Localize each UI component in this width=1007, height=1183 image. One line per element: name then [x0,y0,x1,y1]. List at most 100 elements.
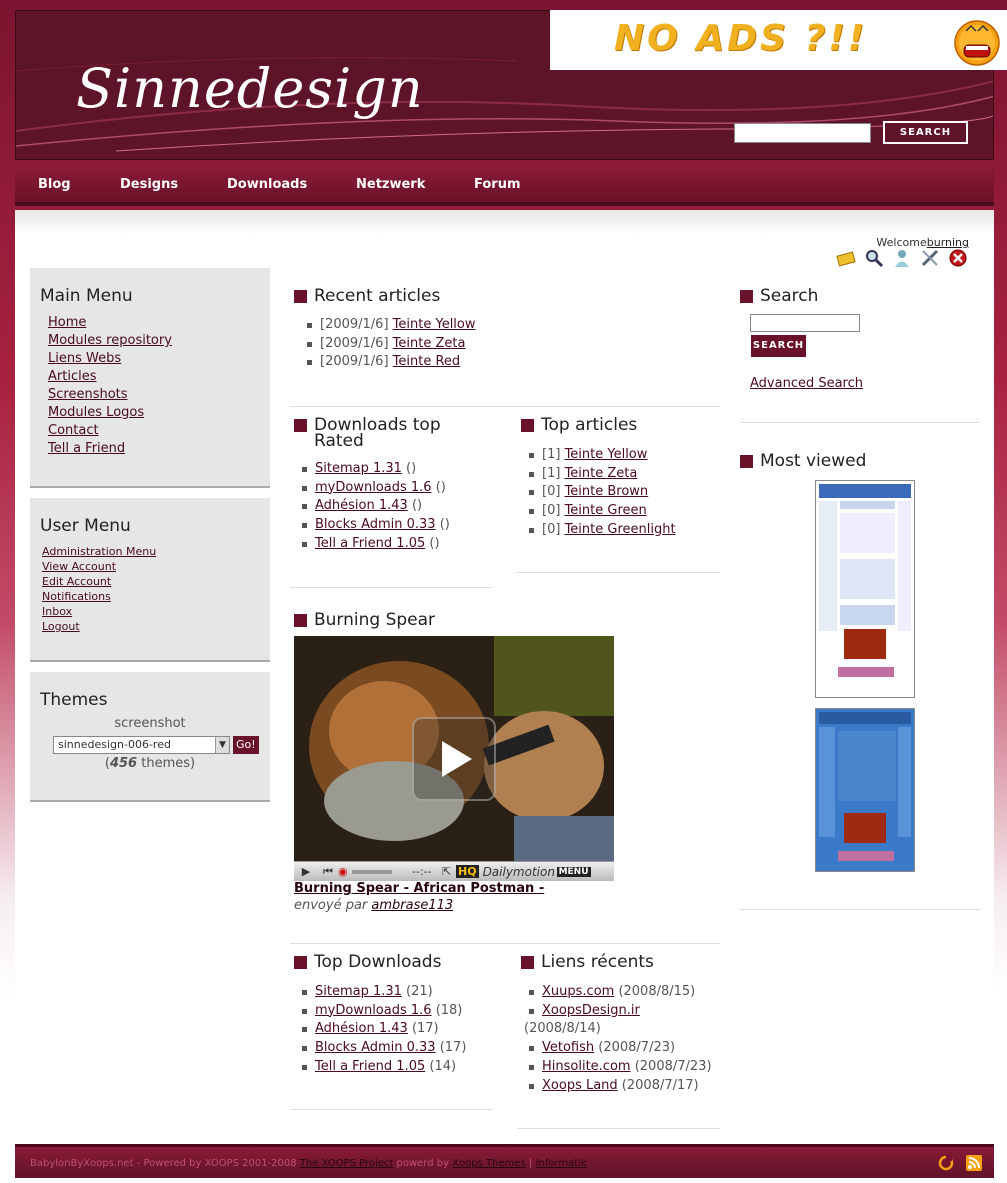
list-item: [2009/1/6] Teinte Yellow [302,316,476,335]
menu-modules-logos[interactable]: Modules Logos [48,405,144,420]
main-menu-title: Main Menu [40,286,133,306]
smiley-icon [954,20,1000,66]
web-link[interactable]: XoopsDesign.ir [542,1003,640,1018]
web-link[interactable]: Hinsolite.com [542,1059,631,1074]
download-link[interactable]: myDownloads 1.6 [315,1003,432,1018]
play-button[interactable] [412,717,496,801]
video-menu-button[interactable]: MENU [556,866,591,877]
footer-informatik-link[interactable]: Informatik [535,1158,586,1169]
footer-mid: powerd by [393,1158,453,1169]
screenshot-image [819,484,911,677]
article-link[interactable]: Teinte Brown [565,484,649,499]
themes-count-suffix: themes) [137,756,196,771]
menu-administration[interactable]: Administration Menu [42,545,156,558]
site-logo[interactable]: Sinnedesign [76,57,424,120]
video-caption-link[interactable]: Burning Spear - African Postman - [294,881,544,896]
download-rating: () [425,535,440,551]
recent-links-title: Liens récents [521,954,654,971]
search-block-button[interactable]: Search [751,335,806,357]
download-link[interactable]: Sitemap 1.31 [315,984,402,999]
menu-contact[interactable]: Contact [48,423,99,438]
menu-modules-repository[interactable]: Modules repository [48,333,172,348]
nav-designs[interactable]: Designs [120,177,178,192]
footer-xoops-link[interactable]: The XOOPS Project [300,1158,394,1169]
ad-text: NO ADS ?!! [614,18,868,59]
article-link[interactable]: Teinte Yellow [393,317,476,332]
nav-netzwerk[interactable]: Netzwerk [356,177,425,192]
admin-tools-icon[interactable] [920,248,940,268]
menu-screenshots[interactable]: Screenshots [48,387,128,402]
search-block-input[interactable] [750,314,860,332]
search-icon[interactable] [864,248,884,268]
link-date: (2008/7/17) [617,1077,699,1093]
menu-notifications[interactable]: Notifications [42,590,111,603]
list-item: XoopsDesign.ir (2008/8/14) [524,1002,720,1039]
fullscreen-icon[interactable]: ⇱ [442,865,456,878]
menu-inbox[interactable]: Inbox [42,605,72,618]
screenshot-thumbnail[interactable] [815,480,915,698]
web-link[interactable]: Xuups.com [542,984,614,999]
nav-downloads[interactable]: Downloads [227,177,307,192]
menu-articles[interactable]: Articles [48,369,96,384]
user-menu-block: User Menu Administration Menu View Accou… [30,498,270,662]
divider [517,1128,720,1129]
article-link[interactable]: Teinte Yellow [565,447,648,462]
download-count: (17) [435,1040,467,1056]
search-input[interactable] [734,123,871,143]
logout-icon[interactable] [948,248,968,268]
refresh-icon[interactable] [938,1155,954,1171]
messages-icon[interactable] [836,248,856,268]
themes-count-value: 456 [109,756,138,771]
volume-slider[interactable] [352,869,392,874]
download-link[interactable]: Sitemap 1.31 [315,461,402,476]
article-count: [0] [542,521,561,537]
download-link[interactable]: Tell a Friend 1.05 [315,536,425,551]
article-link[interactable]: Teinte Zeta [565,466,638,481]
article-link[interactable]: Teinte Zeta [393,336,466,351]
menu-home[interactable]: Home [48,315,86,330]
menu-view-account[interactable]: View Account [42,560,116,573]
article-link[interactable]: Teinte Red [393,354,461,369]
menu-logout[interactable]: Logout [42,620,80,633]
download-link[interactable]: Blocks Admin 0.33 [315,517,436,532]
video-author-link[interactable]: ambrase113 [371,898,453,913]
recent-links-list: Xuups.com (2008/8/15) XoopsDesign.ir (20… [524,983,720,1095]
video-player[interactable] [294,636,614,861]
volume-icon[interactable]: ◉ [338,865,352,878]
screenshot-thumbnail[interactable] [815,708,915,872]
video-brand: Dailymotion [482,864,555,879]
footer-themes-link[interactable]: Xoops Themes [452,1158,526,1169]
download-link[interactable]: Adhésion 1.43 [315,498,408,513]
download-link[interactable]: myDownloads 1.6 [315,480,432,495]
menu-tell-a-friend[interactable]: Tell a Friend [48,441,125,456]
list-item: [0] Teinte Brown [524,483,676,502]
list-item: Sitemap 1.31 (21) [297,983,466,1002]
download-count: (21) [401,984,433,999]
list-item: Sitemap 1.31 () [297,460,450,479]
hq-button[interactable]: HQ [456,865,479,878]
user-icon[interactable] [892,248,912,268]
user-menu-list: Administration Menu View Account Edit Ac… [42,544,270,634]
nav-blog[interactable]: Blog [38,177,71,192]
nav-forum[interactable]: Forum [474,177,521,192]
menu-edit-account[interactable]: Edit Account [42,575,111,588]
download-link[interactable]: Tell a Friend 1.05 [315,1059,425,1074]
list-item: [1] Teinte Zeta [524,465,676,484]
skip-icon[interactable]: ⏮ [318,865,338,879]
rss-icon[interactable] [966,1155,982,1171]
search-button[interactable]: Search [883,121,968,144]
article-link[interactable]: Teinte Green [565,503,647,518]
theme-go-button[interactable]: Go! [233,736,259,754]
menu-liens-webs[interactable]: Liens Webs [48,351,121,366]
footer-prefix: BabylonByXoops.net - Powered by XOOPS 20… [30,1158,300,1169]
article-link[interactable]: Teinte Greenlight [565,522,676,537]
download-link[interactable]: Adhésion 1.43 [315,1021,408,1036]
theme-select[interactable]: sinnedesign-006-red ▼ [53,736,230,754]
list-item: [0] Teinte Green [524,502,676,521]
web-link[interactable]: Xoops Land [542,1078,618,1093]
advanced-search-link[interactable]: Advanced Search [750,376,863,391]
download-link[interactable]: Blocks Admin 0.33 [315,1040,436,1055]
web-link[interactable]: Vetofish [542,1040,594,1055]
ad-banner[interactable]: NO ADS ?!! [550,10,1007,70]
play-small-icon[interactable]: ▶ [294,865,318,878]
